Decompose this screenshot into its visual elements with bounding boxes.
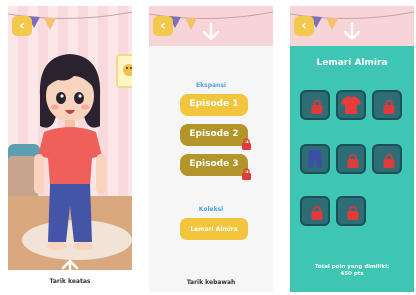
character-screen: Tarik keatas ‹ <box>8 6 132 292</box>
wardrobe-screen: ‹ Lemari Almira Total poin yang dimiliki… <box>290 6 414 292</box>
lock-icon <box>383 153 395 168</box>
wardrobe-slot-locked[interactable] <box>300 196 330 226</box>
app-screenshot-strip: Tarik keatas ‹ ‹ Ekspansi Episode 1 Epis… <box>0 0 416 295</box>
lock-icon <box>347 153 359 168</box>
shirt-icon <box>341 96 361 114</box>
wardrobe-slot-locked[interactable] <box>336 144 366 174</box>
episode-menu-screen: ‹ Ekspansi Episode 1 Episode 2 Episode 3… <box>149 6 273 292</box>
back-button[interactable]: ‹ <box>12 16 32 36</box>
episode-label: Episode 3 <box>189 159 239 169</box>
wardrobe-slot-locked[interactable] <box>336 196 366 226</box>
arrow-down-icon <box>202 22 220 41</box>
wall-frame <box>116 54 132 88</box>
episode-1-button[interactable]: Episode 1 <box>180 94 248 116</box>
lock-icon <box>383 99 395 114</box>
total-points-label: Total poin yang dimiliki: <box>314 264 390 270</box>
chevron-left-icon: ‹ <box>301 18 307 34</box>
chevron-left-icon: ‹ <box>19 18 25 34</box>
episode-label: Episode 1 <box>189 99 239 109</box>
lock-icon <box>311 205 323 220</box>
wardrobe-title: Lemari Almira <box>316 58 388 68</box>
total-points-value: 450 pts <box>340 270 364 277</box>
arrow-down-icon <box>343 22 361 41</box>
wardrobe-button[interactable]: Lemari Almira <box>180 218 248 240</box>
swipe-down-hint[interactable]: Tarik kebawah <box>149 279 273 286</box>
lock-icon <box>311 99 323 114</box>
wardrobe-slot-locked[interactable] <box>372 144 402 174</box>
wardrobe-slot-blue-pants[interactable] <box>300 144 330 174</box>
wardrobe-slot-red-shirt[interactable] <box>336 90 366 120</box>
expansion-section-title: Ekspansi <box>196 82 226 89</box>
lock-icon <box>242 138 251 150</box>
wardrobe-slot-locked[interactable] <box>300 90 330 120</box>
episode-label: Episode 2 <box>189 129 239 139</box>
episode-3-button[interactable]: Episode 3 <box>180 154 248 176</box>
pants-icon <box>308 150 322 168</box>
chevron-left-icon: ‹ <box>160 18 166 34</box>
back-button[interactable]: ‹ <box>294 16 314 36</box>
back-button[interactable]: ‹ <box>153 16 173 36</box>
collection-section-title: Koleksi <box>198 206 224 213</box>
lock-icon <box>242 168 251 180</box>
total-points: Total poin yang dimiliki: 450 pts <box>290 264 414 278</box>
lock-icon <box>347 205 359 220</box>
wardrobe-slot-locked[interactable] <box>372 90 402 120</box>
swipe-up-hint[interactable]: Tarik keatas <box>8 270 132 292</box>
episode-2-button[interactable]: Episode 2 <box>180 124 248 146</box>
character-almira <box>34 54 106 250</box>
